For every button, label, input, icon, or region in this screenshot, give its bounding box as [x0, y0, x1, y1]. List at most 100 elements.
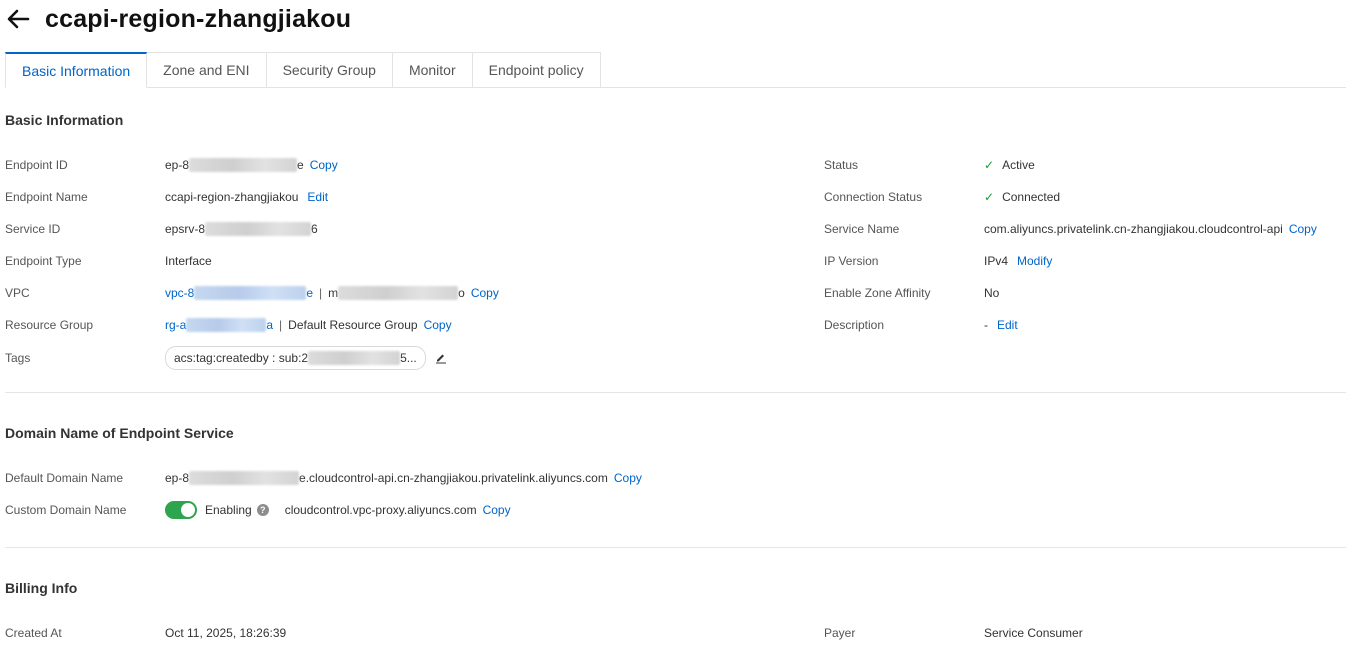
field-status: Status ✓ Active	[824, 156, 1035, 174]
field-label: Endpoint Type	[5, 254, 82, 268]
field-label: Tags	[5, 351, 31, 365]
field-connection-status: Connection Status ✓ Connected	[824, 188, 1060, 206]
redacted-value	[189, 471, 300, 485]
section-title-basic-information: Basic Information	[5, 112, 124, 128]
field-tags: Tags acs:tag:createdby : sub:2 5...	[5, 346, 448, 370]
copy-custom-domain-button[interactable]: Copy	[483, 503, 511, 517]
status-value: Active	[1002, 158, 1035, 172]
field-label: VPC	[5, 286, 30, 300]
vpc-name-suffix: o	[458, 286, 465, 300]
field-service-name: Service Name com.aliyuncs.privatelink.cn…	[824, 220, 1317, 238]
toggle-knob	[181, 503, 195, 517]
service-id-suffix: 6	[311, 222, 318, 236]
resource-group-link-suffix: a	[266, 318, 274, 332]
field-label: Custom Domain Name	[5, 503, 127, 517]
endpoint-id-prefix: ep-8	[165, 158, 190, 172]
section-title-domain: Domain Name of Endpoint Service	[5, 425, 234, 441]
field-label: Enable Zone Affinity	[824, 286, 931, 300]
field-label: Payer	[824, 626, 856, 640]
endpoint-name-value: ccapi-region-zhangjiakou	[165, 190, 299, 204]
field-label: Resource Group	[5, 318, 94, 332]
field-ip-version: IP Version IPv4 Modify	[824, 252, 1052, 270]
tab-monitor[interactable]: Monitor	[392, 52, 473, 88]
field-description: Description - Edit	[824, 316, 1018, 334]
vpc-link-suffix: e	[306, 286, 314, 300]
endpoint-id-suffix: e	[297, 158, 304, 172]
separator: |	[279, 318, 283, 332]
field-label: Description	[824, 318, 885, 332]
edit-tags-pencil-icon[interactable]	[434, 351, 448, 365]
field-label: Default Domain Name	[5, 471, 124, 485]
field-label: Service Name	[824, 222, 900, 236]
field-custom-domain: Custom Domain Name Enabling ? cloudcontr…	[5, 501, 511, 519]
resource-group-link-prefix: rg-a	[165, 318, 187, 332]
zone-affinity-value: No	[984, 286, 1000, 300]
field-label: IP Version	[824, 254, 879, 268]
default-domain-prefix: ep-8	[165, 471, 190, 485]
separator: |	[319, 286, 323, 300]
vpc-link-prefix: vpc-8	[165, 286, 195, 300]
page-title: ccapi-region-zhangjiakou	[45, 4, 352, 33]
field-default-domain: Default Domain Name ep-8 e.cloudcontrol-…	[5, 469, 642, 487]
resource-group-link[interactable]: rg-a a	[165, 318, 273, 332]
tab-bar: Basic Information Zone and ENI Security …	[5, 52, 601, 88]
help-question-icon[interactable]: ?	[256, 504, 269, 516]
modify-ip-version-button[interactable]: Modify	[1017, 254, 1052, 268]
copy-service-name-button[interactable]: Copy	[1289, 222, 1317, 236]
redacted-value	[194, 286, 307, 300]
tag-pill[interactable]: acs:tag:createdby : sub:2 5...	[165, 346, 426, 370]
created-at-value: Oct 11, 2025, 18:26:39	[165, 626, 287, 640]
tag-suffix: 5...	[400, 351, 417, 365]
field-vpc: VPC vpc-8 e | m o Copy	[5, 284, 499, 302]
field-zone-affinity: Enable Zone Affinity No	[824, 284, 999, 302]
field-label: Endpoint Name	[5, 190, 88, 204]
connection-status-value: Connected	[1002, 190, 1061, 204]
endpoint-type-value: Interface	[165, 254, 212, 268]
back-arrow-icon[interactable]	[5, 6, 31, 32]
edit-description-button[interactable]: Edit	[997, 318, 1018, 332]
field-label: Status	[824, 158, 859, 172]
field-endpoint-name: Endpoint Name ccapi-region-zhangjiakou E…	[5, 188, 328, 206]
check-icon: ✓	[984, 158, 995, 172]
field-label: Endpoint ID	[5, 158, 68, 172]
field-payer: Payer Service Consumer	[824, 624, 1083, 642]
custom-domain-value: cloudcontrol.vpc-proxy.aliyuncs.com	[284, 503, 477, 517]
tag-prefix: acs:tag:createdby : sub:2	[174, 351, 309, 365]
description-value: -	[984, 318, 988, 332]
copy-vpc-button[interactable]: Copy	[471, 286, 499, 300]
copy-resource-group-button[interactable]: Copy	[424, 318, 452, 332]
section-title-billing: Billing Info	[5, 580, 78, 596]
ip-version-value: IPv4	[984, 254, 1009, 268]
check-icon: ✓	[984, 190, 995, 204]
service-id-prefix: epsrv-8	[165, 222, 206, 236]
field-endpoint-type: Endpoint Type Interface	[5, 252, 212, 270]
section-divider	[5, 547, 1346, 548]
field-created-at: Created At Oct 11, 2025, 18:26:39	[5, 624, 286, 642]
vpc-name-prefix: m	[328, 286, 339, 300]
tab-security-group[interactable]: Security Group	[266, 52, 393, 88]
field-resource-group: Resource Group rg-a a | Default Resource…	[5, 316, 452, 334]
field-service-id: Service ID epsrv-8 6	[5, 220, 318, 238]
redacted-value	[338, 286, 459, 300]
redacted-value	[186, 318, 267, 332]
payer-value: Service Consumer	[984, 626, 1083, 640]
service-name-value: com.aliyuncs.privatelink.cn-zhangjiakou.…	[984, 222, 1283, 236]
field-endpoint-id: Endpoint ID ep-8 e Copy	[5, 156, 338, 174]
field-label: Service ID	[5, 222, 61, 236]
tab-endpoint-policy[interactable]: Endpoint policy	[472, 52, 601, 88]
tab-zone-and-eni[interactable]: Zone and ENI	[147, 52, 267, 88]
redacted-value	[189, 158, 298, 172]
copy-endpoint-id-button[interactable]: Copy	[310, 158, 338, 172]
field-label: Connection Status	[824, 190, 923, 204]
custom-domain-toggle[interactable]	[165, 501, 197, 519]
copy-default-domain-button[interactable]: Copy	[614, 471, 642, 485]
resource-group-name: Default Resource Group	[288, 318, 418, 332]
tab-basic-information[interactable]: Basic Information	[5, 52, 148, 88]
default-domain-suffix: e.cloudcontrol-api.cn-zhangjiakou.privat…	[299, 471, 608, 485]
section-divider	[5, 392, 1346, 393]
redacted-value	[308, 351, 401, 365]
field-label: Created At	[5, 626, 62, 640]
vpc-link[interactable]: vpc-8 e	[165, 286, 313, 300]
redacted-value	[205, 222, 312, 236]
edit-endpoint-name-button[interactable]: Edit	[307, 190, 328, 204]
